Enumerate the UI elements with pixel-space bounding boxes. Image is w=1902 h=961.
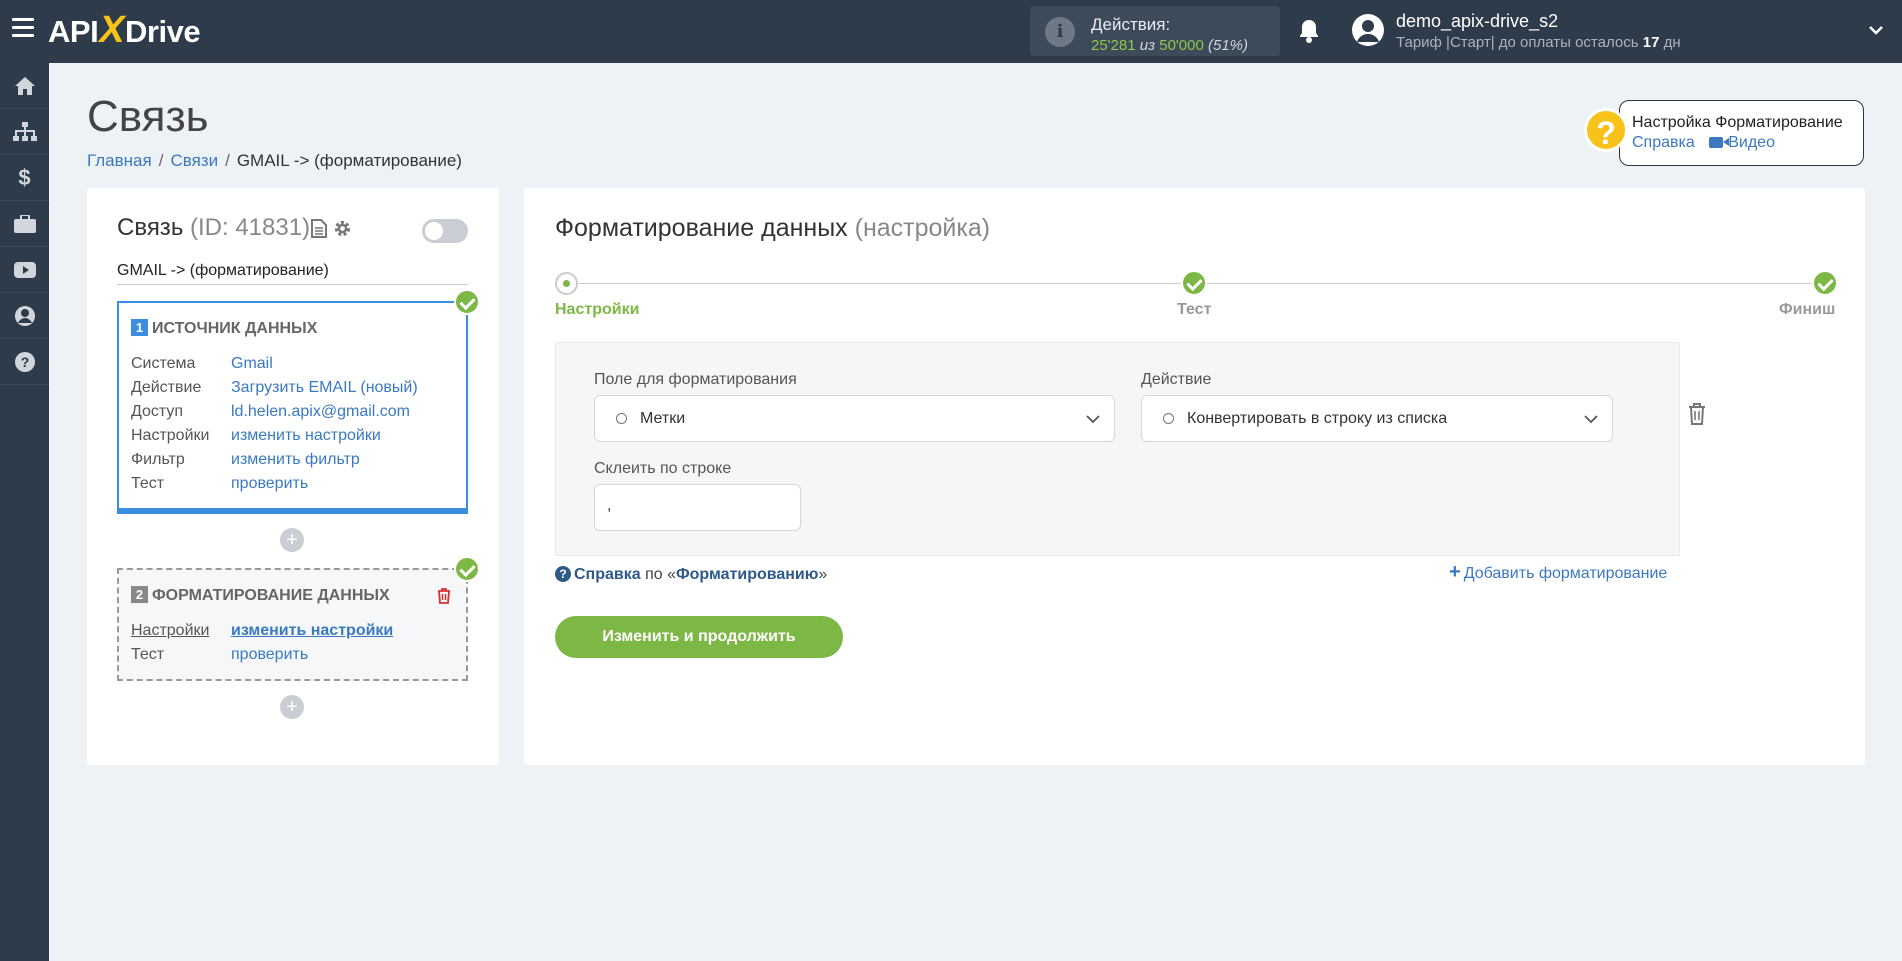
formatting-card: Форматирование данных (настройка) Настро… [524, 188, 1865, 765]
video-icon [1709, 137, 1730, 148]
list-item: Тест проверить [131, 475, 309, 492]
step-current-icon[interactable] [555, 272, 578, 295]
bell-icon[interactable] [1297, 18, 1321, 44]
list-item: Доступ ld.helen.apix@gmail.com [131, 403, 410, 420]
menu-icon[interactable] [12, 18, 34, 40]
submit-button[interactable]: Изменить и продолжить [555, 616, 843, 658]
trash-icon[interactable] [437, 588, 451, 604]
list-item: Настройки изменить настройки [131, 427, 381, 444]
check-icon [454, 289, 480, 315]
breadcrumb-connections[interactable]: Связи [170, 151, 218, 170]
help-link[interactable]: Справка [1632, 134, 1695, 151]
question-icon: ? [555, 566, 571, 582]
sidebar: $ ? [0, 63, 49, 961]
connection-toggle[interactable] [422, 219, 468, 243]
breadcrumb: Главная / Связи / GMAIL -> (форматирование) [87, 151, 462, 170]
actions-value: 25'281 из 50'000 (51%) [1091, 37, 1249, 54]
step-settings[interactable]: Настройки [555, 301, 639, 319]
gear-icon[interactable] [333, 219, 352, 238]
add-step-button[interactable]: + [280, 695, 304, 719]
help-box: Настройка Форматирование Справка Видео [1619, 100, 1864, 166]
step-finish[interactable]: Финиш [1779, 301, 1835, 319]
connection-icons [311, 219, 352, 238]
logo[interactable]: APIXDrive [48, 11, 201, 50]
chevron-down-icon [1584, 415, 1598, 424]
trash-icon[interactable] [1688, 403, 1706, 425]
breadcrumb-home[interactable]: Главная [87, 151, 152, 170]
actions-counter[interactable]: i Действия: 25'281 из 50'000 (51%) [1030, 6, 1280, 56]
check-icon [454, 556, 480, 582]
join-label: Склеить по строке [594, 460, 732, 477]
source-header: 1 ИСТОЧНИК ДАННЫХ [131, 319, 317, 338]
info-icon: i [1045, 17, 1075, 47]
source-rows: Система Gmail Действие Загрузить EMAIL (но… [131, 355, 418, 499]
add-formatting-button[interactable]: + Добавить форматирование [1449, 561, 1667, 584]
dollar-icon[interactable]: $ [0, 155, 49, 201]
chevron-down-icon [1086, 415, 1100, 424]
help-icon[interactable]: ? [0, 339, 49, 385]
user-name[interactable]: demo_apix-drive_s2 [1396, 11, 1558, 32]
step-test[interactable]: Тест [1177, 301, 1211, 319]
help-links: Справка Видео [1632, 134, 1775, 152]
field-select[interactable]: Метки [594, 395, 1115, 442]
list-item: Действие Загрузить EMAIL (новый) [131, 379, 418, 396]
action-select[interactable]: Конвертировать в строку из списка [1141, 395, 1613, 442]
join-input[interactable]: , [594, 484, 801, 531]
list-item: Система Gmail [131, 355, 273, 372]
question-icon[interactable]: ? [1584, 108, 1628, 152]
actions-label: Действия: [1091, 15, 1171, 34]
connection-title: Связь (ID: 41831) [117, 214, 311, 241]
user-icon[interactable] [0, 293, 49, 339]
avatar[interactable] [1352, 14, 1384, 46]
action-label: Действие [1141, 371, 1212, 388]
card-title: Форматирование данных (настройка) [555, 214, 991, 242]
radio-icon [1163, 413, 1174, 424]
source-block[interactable]: 1 ИСТОЧНИК ДАННЫХ Система Gmail Действие За… [117, 301, 468, 514]
formatting-rows: Настройки изменить настройки Тест проверит… [131, 622, 393, 670]
list-item: Тест проверить [131, 646, 309, 663]
add-step-button[interactable]: + [280, 528, 304, 552]
connection-name[interactable]: GMAIL -> (форматирование) [117, 262, 468, 285]
document-icon[interactable] [311, 219, 327, 238]
formatting-header: 2 ФОРМАТИРОВАНИЕ ДАННЫХ [131, 586, 390, 605]
svg-text:?: ? [20, 354, 29, 370]
video-link[interactable]: Видео [1709, 134, 1775, 151]
check-icon[interactable] [1181, 270, 1207, 296]
connection-card: Связь (ID: 41831) GMAIL -> (форматирован… [87, 188, 499, 765]
top-bar: APIXDrive i Действия: 25'281 из 50'000 (… [0, 0, 1902, 63]
page-title: Связь [87, 92, 209, 141]
breadcrumb-current: GMAIL -> (форматирование) [236, 151, 462, 170]
formatting-panel: Поле для форматирования Метки Действие К… [555, 342, 1680, 556]
formatting-block[interactable]: 2 ФОРМАТИРОВАНИЕ ДАННЫХ Настройки изменить… [117, 568, 468, 681]
chevron-down-icon[interactable] [1868, 22, 1884, 38]
sitemap-icon[interactable] [0, 109, 49, 155]
user-plan: Тариф |Старт| до оплаты осталось 17 дн [1396, 34, 1681, 51]
home-icon[interactable] [0, 63, 49, 109]
list-item: Настройки изменить настройки [131, 622, 394, 639]
help-title: Настройка Форматирование [1632, 114, 1843, 131]
youtube-icon[interactable] [0, 247, 49, 293]
formatting-help[interactable]: ? Справка по «Форматированию» [555, 566, 827, 584]
briefcase-icon[interactable] [0, 201, 49, 247]
field-label: Поле для форматирования [594, 371, 797, 388]
check-icon[interactable] [1812, 270, 1838, 296]
list-item: Фильтр изменить фильтр [131, 451, 360, 468]
radio-icon [616, 413, 627, 424]
